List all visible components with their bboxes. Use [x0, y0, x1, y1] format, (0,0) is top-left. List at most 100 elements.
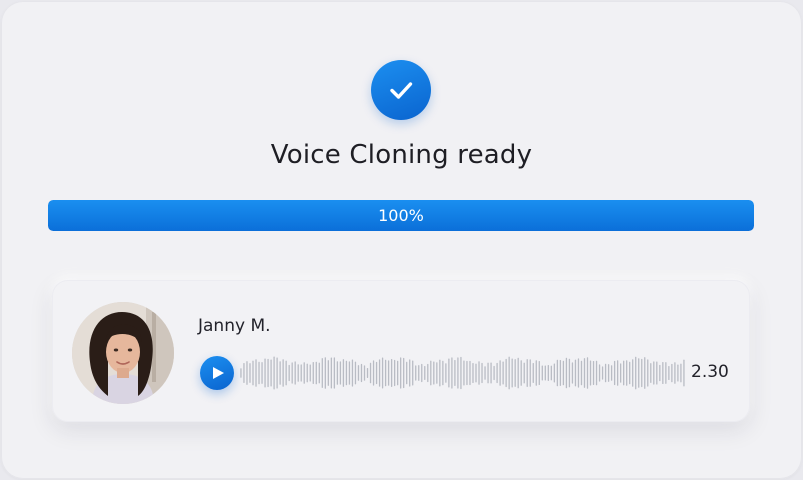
- waveform-bar: [511, 358, 513, 388]
- waveform-bar: [430, 360, 432, 386]
- waveform-bar: [393, 359, 396, 387]
- waveform-bar: [529, 359, 531, 387]
- play-button[interactable]: [200, 356, 234, 390]
- waveform-bar: [276, 357, 278, 389]
- waveform-bar: [665, 362, 667, 384]
- waveform-bar: [613, 360, 616, 386]
- waveform-bar: [601, 366, 604, 380]
- waveform-bar: [577, 358, 580, 388]
- waveform-bar: [526, 359, 528, 387]
- waveform-bar: [472, 362, 474, 384]
- waveform-bar: [620, 363, 622, 383]
- play-icon: [213, 367, 224, 379]
- waveform-bar: [273, 356, 275, 390]
- waveform-bar: [433, 361, 435, 385]
- waveform-bar: [351, 359, 354, 387]
- status-title: Voice Cloning ready: [270, 140, 533, 170]
- waveform-bar: [635, 356, 637, 390]
- waveform-bar: [336, 361, 339, 385]
- waveform-bar: [505, 358, 507, 388]
- waveform-bar: [677, 364, 679, 382]
- waveform-bar: [387, 360, 390, 386]
- waveform-bar: [481, 362, 483, 384]
- waveform-bar: [607, 364, 610, 382]
- waveform-bar: [610, 365, 613, 381]
- waveform-bar: [544, 365, 546, 381]
- waveform-bar: [333, 357, 336, 389]
- waveform-bar: [345, 360, 348, 386]
- waveform-bar: [668, 365, 670, 381]
- waveform-bar: [553, 363, 556, 383]
- waveform-bar: [288, 364, 290, 382]
- waveform-bar: [466, 360, 468, 386]
- waveform-bar: [397, 360, 399, 386]
- waveform-bar: [240, 368, 242, 378]
- waveform-bar: [279, 361, 281, 385]
- waveform-bar: [626, 360, 628, 386]
- waveform-bar: [565, 357, 568, 389]
- waveform-bar: [442, 360, 444, 386]
- waveform-bar: [571, 362, 574, 384]
- waveform-bar: [644, 357, 646, 389]
- waveform-bar: [532, 363, 534, 383]
- waveform-bar: [381, 357, 384, 389]
- waveform-bar: [291, 362, 293, 384]
- waveform-bar: [285, 360, 287, 386]
- waveform-bar: [499, 360, 501, 386]
- waveform-bar: [324, 357, 326, 389]
- waveform-bar: [390, 358, 393, 388]
- waveform-bar: [403, 357, 405, 389]
- waveform-bar: [427, 363, 429, 383]
- waveform-bar: [487, 362, 489, 384]
- waveform-bar: [623, 360, 625, 386]
- waveform-bar: [580, 360, 583, 386]
- waveform-bar: [321, 358, 323, 388]
- waveform-bar: [538, 360, 540, 386]
- waveform-bar: [496, 362, 498, 384]
- waveform-bar: [647, 359, 649, 387]
- waveform-bar: [406, 361, 408, 385]
- waveform-bar: [674, 362, 676, 384]
- waveform-bar: [412, 360, 414, 386]
- waveform-bar: [282, 359, 284, 387]
- audio-waveform[interactable]: [240, 352, 686, 394]
- waveform-bar: [354, 361, 357, 385]
- waveform-bar: [297, 364, 299, 382]
- waveform-bar: [493, 365, 495, 381]
- waveform-bar: [598, 364, 601, 382]
- avatar: [72, 302, 174, 404]
- waveform-bar: [451, 357, 453, 389]
- waveform-bar: [653, 361, 655, 385]
- waveform-bar: [312, 361, 314, 385]
- waveform-bar: [330, 357, 333, 389]
- waveform-bar: [463, 360, 465, 386]
- waveform-bar: [484, 366, 486, 380]
- waveform-bar: [586, 357, 589, 389]
- waveform-bar: [457, 357, 459, 389]
- waveform-bar: [363, 365, 366, 381]
- waveform-bar: [246, 361, 248, 385]
- waveform-bar: [550, 365, 552, 381]
- waveform-bar: [261, 362, 263, 384]
- waveform-bar: [366, 367, 369, 379]
- waveform-bar: [541, 365, 543, 381]
- waveform-bar: [589, 360, 592, 386]
- waveform-bar: [252, 360, 254, 386]
- waveform-bar: [270, 359, 272, 387]
- waveform-bar: [574, 359, 577, 387]
- waveform-bar: [415, 365, 417, 381]
- waveform-bar: [517, 357, 519, 389]
- waveform-bar: [424, 366, 426, 380]
- waveform-bar: [629, 361, 631, 385]
- progress-label: 100%: [378, 206, 424, 225]
- waveform-bar: [478, 361, 480, 385]
- waveform-bar: [369, 362, 372, 384]
- waveform-bar: [436, 362, 438, 384]
- waveform-bar: [671, 363, 673, 383]
- waveform-bar: [632, 359, 634, 387]
- waveform-bar: [535, 360, 537, 386]
- waveform-bar: [650, 363, 652, 383]
- waveform-bar: [421, 363, 423, 383]
- waveform-bar: [454, 360, 456, 386]
- waveform-bar: [318, 362, 320, 384]
